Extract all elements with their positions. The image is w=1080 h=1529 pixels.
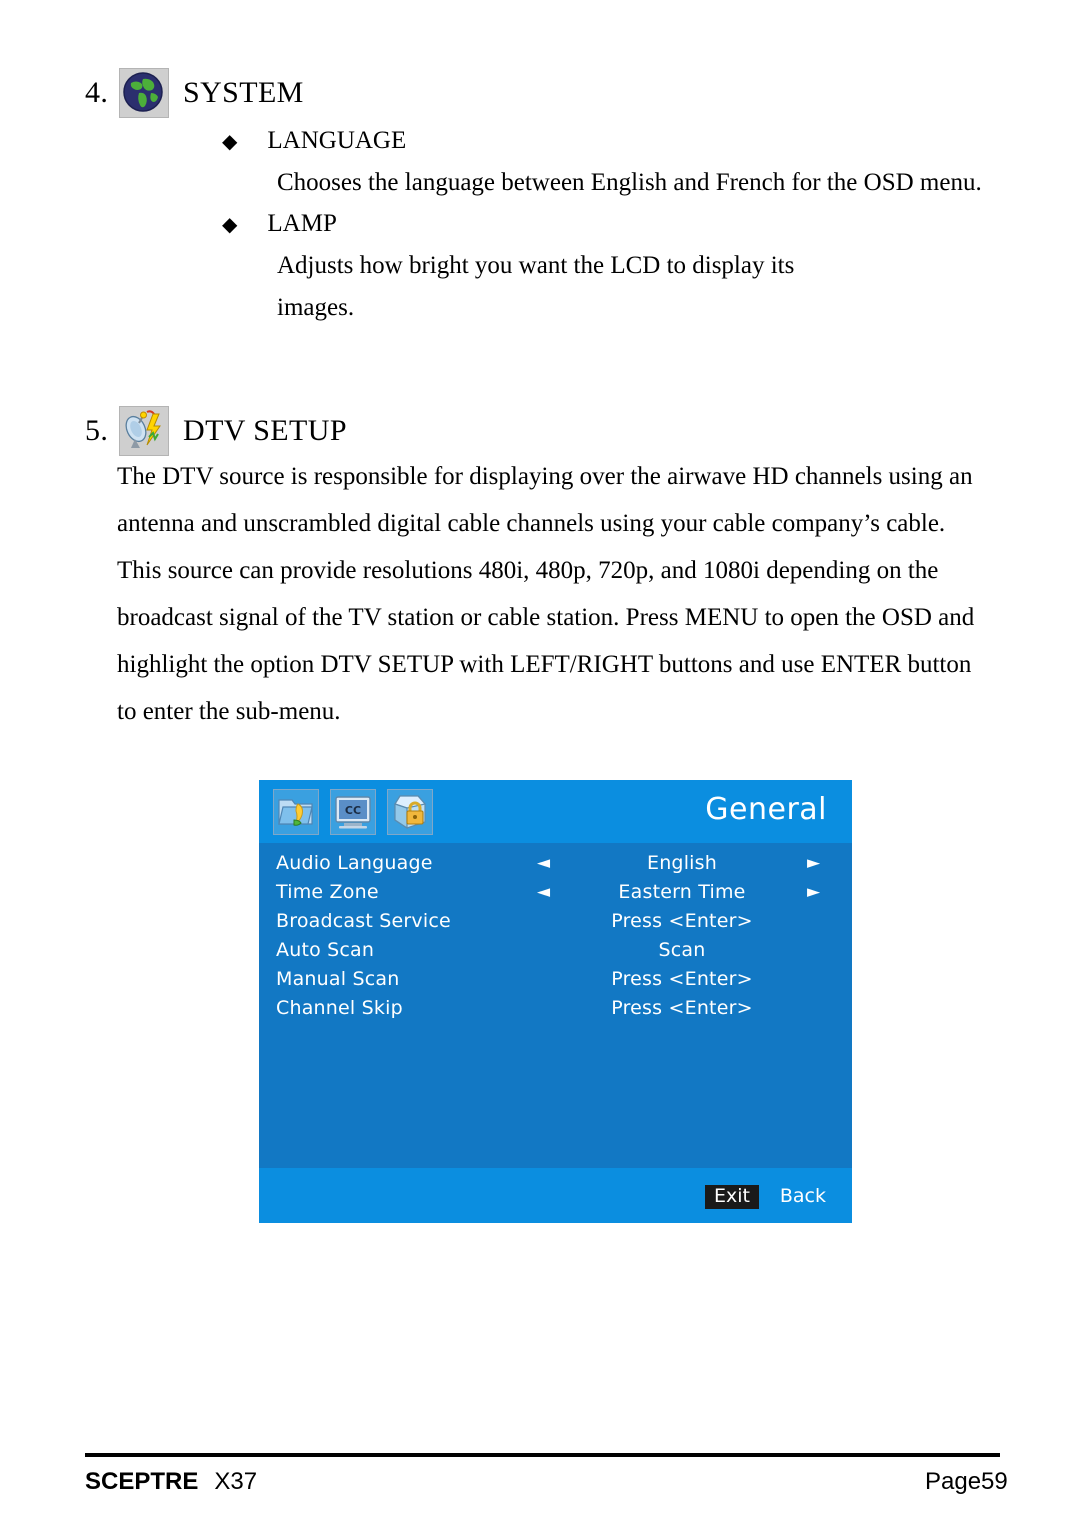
footer-brand-model: SCEPTRE X37	[85, 1468, 257, 1496]
bullet-language-text: Chooses the language between English and…	[277, 169, 982, 196]
svg-text:CC: CC	[345, 804, 361, 817]
osd-row-label: Channel Skip	[276, 997, 403, 1019]
osd-row-label: Auto Scan	[276, 939, 375, 961]
dtv-paragraph-line-1: The DTV source is responsible for displa…	[117, 463, 973, 490]
bullet-lamp-text-line-2: images.	[277, 294, 355, 321]
osd-row-value: Scan	[658, 939, 706, 961]
section-heading-dtv-setup: 5. DTV SETUP	[85, 406, 347, 456]
osd-row-auto-scan[interactable]: Auto Scan Scan	[259, 939, 852, 968]
section-title: SYSTEM	[183, 76, 304, 109]
osd-row-value: Press <Enter>	[611, 910, 753, 932]
bullet-lamp-text-line-1: Adjusts how bright you want the LCD to d…	[277, 252, 795, 279]
osd-row-value: Press <Enter>	[611, 968, 753, 990]
section-title: DTV SETUP	[183, 414, 347, 447]
osd-header: CC General	[259, 780, 852, 843]
bullet-language: ◆ LANGUAGE	[222, 127, 406, 155]
bullet-label: LANGUAGE	[267, 127, 407, 154]
exit-button[interactable]: Exit	[705, 1185, 759, 1209]
osd-row-label: Audio Language	[276, 852, 433, 874]
osd-row-list: Audio Language ◄ English ► Time Zone ◄ E…	[259, 852, 852, 1026]
bullet-lamp: ◆ LAMP	[222, 210, 337, 238]
dtv-paragraph-line-5: highlight the option DTV SETUP with LEFT…	[117, 651, 972, 678]
parental-lock-icon[interactable]	[387, 788, 433, 835]
osd-row-label: Time Zone	[276, 881, 379, 903]
closed-caption-icon[interactable]: CC	[330, 788, 376, 835]
footer-page-number: Page59	[925, 1468, 1008, 1495]
footer-model: X37	[214, 1468, 258, 1495]
dtv-paragraph-line-4: broadcast signal of the TV station or ca…	[117, 604, 975, 631]
folder-pen-icon[interactable]	[273, 788, 319, 835]
dtv-paragraph-line-6: to enter the sub-menu.	[117, 698, 341, 725]
osd-row-manual-scan[interactable]: Manual Scan Press <Enter>	[259, 968, 852, 997]
document-page: 4. SYSTEM ◆ LANGUAGE Chooses the languag…	[0, 0, 1080, 1529]
dtv-paragraph-line-2: antenna and unscrambled digital cable ch…	[117, 510, 946, 537]
osd-row-value: Press <Enter>	[611, 997, 753, 1019]
bullet-label: LAMP	[267, 210, 337, 237]
footer-brand: SCEPTRE	[85, 1468, 199, 1495]
osd-title: General	[705, 792, 827, 827]
satellite-dish-lightning-icon	[119, 406, 169, 456]
osd-row-channel-skip[interactable]: Channel Skip Press <Enter>	[259, 997, 852, 1026]
diamond-bullet-icon: ◆	[222, 131, 238, 153]
arrow-left-icon[interactable]: ◄	[537, 882, 550, 902]
arrow-right-icon[interactable]: ►	[807, 853, 820, 873]
osd-row-time-zone[interactable]: Time Zone ◄ Eastern Time ►	[259, 881, 852, 910]
arrow-left-icon[interactable]: ◄	[537, 853, 550, 873]
osd-row-audio-language[interactable]: Audio Language ◄ English ►	[259, 852, 852, 881]
section-number: 4.	[85, 76, 109, 109]
dtv-paragraph-line-3: This source can provide resolutions 480i…	[117, 557, 939, 584]
osd-row-broadcast-service[interactable]: Broadcast Service Press <Enter>	[259, 910, 852, 939]
osd-row-label: Broadcast Service	[276, 910, 451, 932]
section-number: 5.	[85, 414, 109, 447]
osd-menu-screenshot: CC General Audio Language ◄ English ► Ti…	[259, 780, 852, 1223]
section-heading-system: 4. SYSTEM	[85, 68, 304, 118]
arrow-right-icon[interactable]: ►	[807, 882, 820, 902]
globe-icon	[119, 68, 169, 118]
footer-divider	[85, 1453, 1000, 1457]
osd-row-value: English	[646, 852, 717, 874]
osd-row-value: Eastern Time	[618, 881, 746, 903]
osd-icon-bar: CC	[273, 788, 433, 835]
diamond-bullet-icon: ◆	[222, 214, 238, 236]
osd-footer: Exit Back	[259, 1168, 852, 1223]
back-button[interactable]: Back	[780, 1187, 826, 1206]
osd-row-label: Manual Scan	[276, 968, 400, 990]
